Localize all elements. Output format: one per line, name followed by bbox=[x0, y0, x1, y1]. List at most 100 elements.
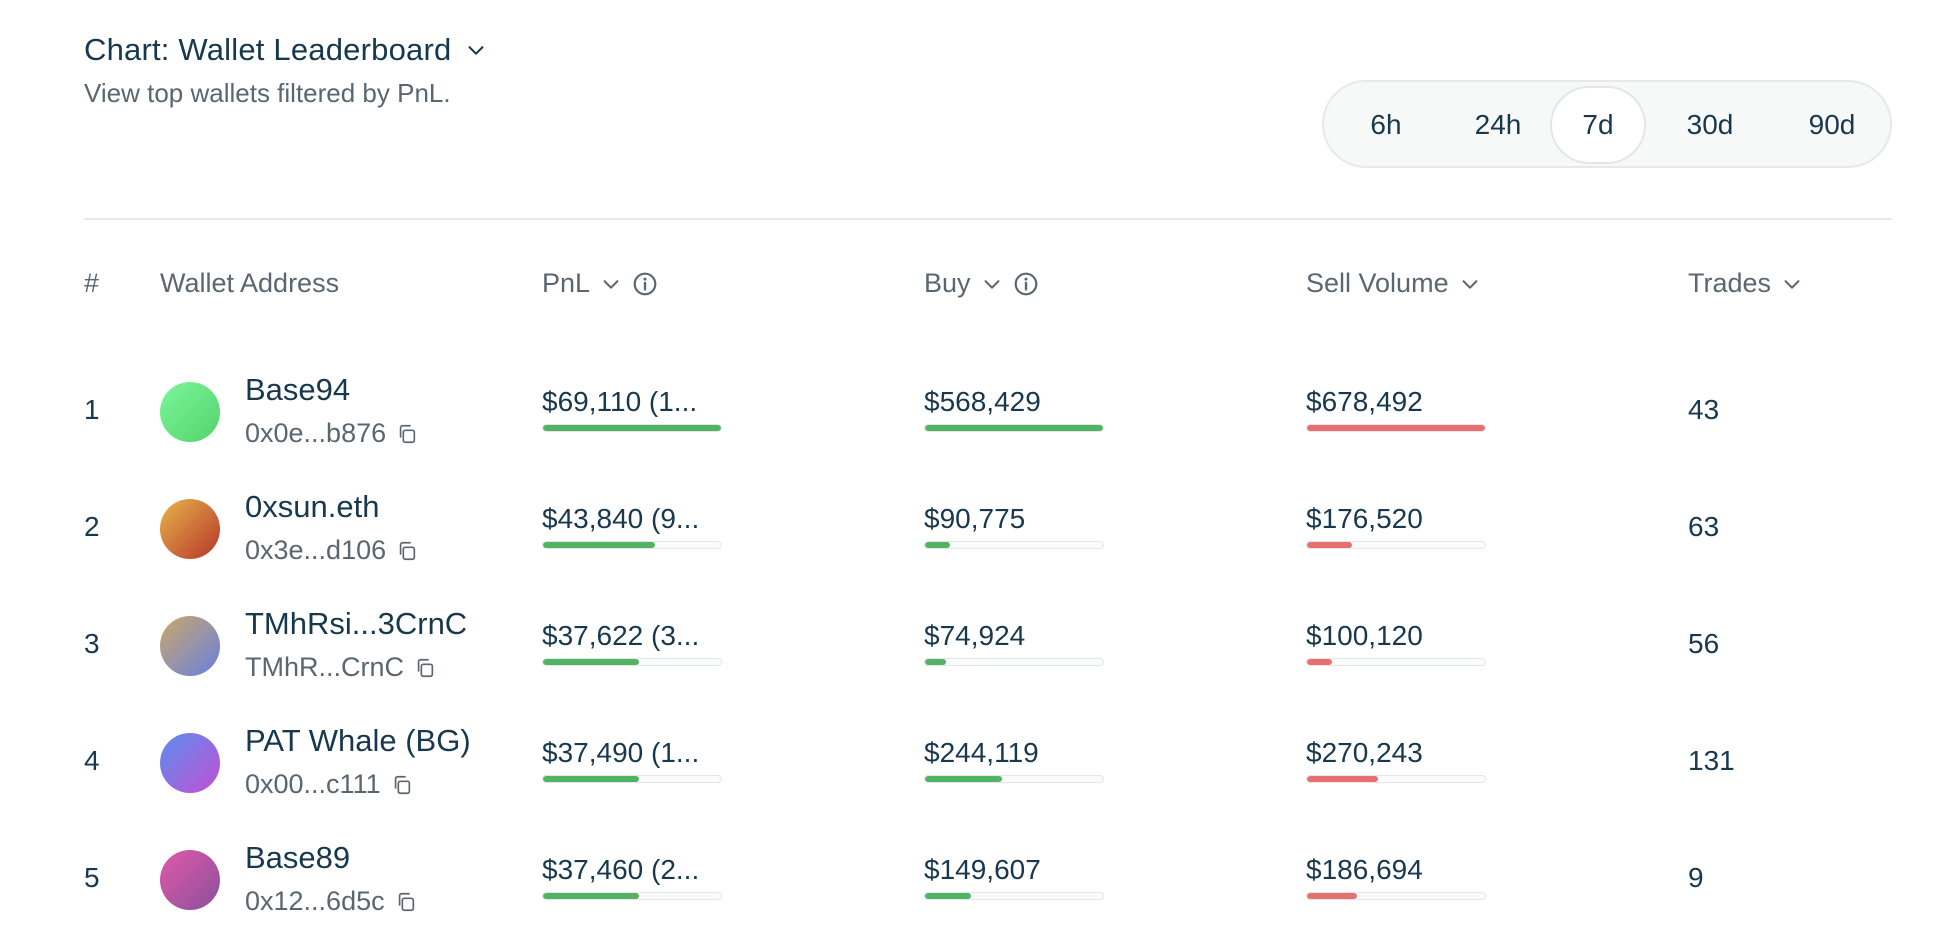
avatar bbox=[160, 499, 220, 559]
buy-bar-fill bbox=[925, 776, 1002, 782]
chevron-down-icon bbox=[1462, 279, 1478, 289]
time-range-selector: 6h 24h 7d 30d 90d bbox=[1322, 80, 1892, 168]
buy-bar bbox=[924, 775, 1104, 783]
chevron-down-icon bbox=[1784, 279, 1800, 289]
trades-cell: 131 bbox=[1688, 745, 1735, 776]
pnl-bar-fill bbox=[543, 659, 640, 665]
sell-bar-fill bbox=[1307, 542, 1352, 548]
sell-value: $176,520 bbox=[1306, 503, 1423, 534]
rank-cell: 3 bbox=[84, 628, 100, 659]
header-divider bbox=[84, 218, 1892, 220]
sell-value: $678,492 bbox=[1306, 386, 1423, 417]
pnl-bar-fill bbox=[543, 776, 640, 782]
sell-cell: $678,492 bbox=[1306, 386, 1486, 432]
rank-cell: 1 bbox=[84, 394, 100, 425]
buy-cell: $244,119 bbox=[924, 737, 1104, 783]
buy-bar bbox=[924, 541, 1104, 549]
trades-cell: 9 bbox=[1688, 862, 1704, 893]
wallet-address: 0x0e...b876 bbox=[245, 418, 418, 449]
table-row[interactable]: 1 Base94 0x0e...b876 $69,110 (1... $568,… bbox=[0, 362, 1942, 462]
trades-cell: 56 bbox=[1688, 628, 1720, 659]
sell-bar bbox=[1306, 892, 1486, 900]
column-rank: # bbox=[84, 268, 100, 298]
range-24h-button[interactable]: 24h bbox=[1450, 86, 1546, 164]
pnl-cell: $37,460 (2... bbox=[542, 854, 722, 900]
sell-bar-fill bbox=[1307, 659, 1332, 665]
table-row[interactable]: 4 PAT Whale (BG) 0x00...c111 $37,490 (1.… bbox=[0, 713, 1942, 813]
rank-cell: 4 bbox=[84, 745, 100, 776]
column-pnl-sort[interactable]: PnL bbox=[542, 268, 658, 299]
buy-bar bbox=[924, 424, 1104, 432]
buy-cell: $149,607 bbox=[924, 854, 1104, 900]
buy-cell: $90,775 bbox=[924, 503, 1104, 549]
wallet-name[interactable]: PAT Whale (BG) bbox=[245, 723, 471, 759]
rank-cell: 2 bbox=[84, 511, 100, 542]
buy-value: $568,429 bbox=[924, 386, 1041, 417]
copy-icon[interactable] bbox=[395, 891, 417, 913]
wallet-address: TMhR...CrnC bbox=[245, 652, 436, 683]
sell-cell: $100,120 bbox=[1306, 620, 1486, 666]
sell-bar-fill bbox=[1307, 893, 1357, 899]
info-icon[interactable] bbox=[632, 271, 658, 297]
pnl-bar-fill bbox=[543, 893, 640, 899]
trades-cell: 43 bbox=[1688, 394, 1720, 425]
pnl-bar-fill bbox=[543, 542, 656, 548]
pnl-value: $37,622 (3... bbox=[542, 620, 700, 651]
sell-cell: $186,694 bbox=[1306, 854, 1486, 900]
pnl-bar bbox=[542, 775, 722, 783]
buy-value: $244,119 bbox=[924, 737, 1039, 768]
chart-selector[interactable]: Chart: Wallet Leaderboard bbox=[84, 32, 487, 68]
pnl-bar bbox=[542, 892, 722, 900]
sell-cell: $270,243 bbox=[1306, 737, 1486, 783]
leaderboard-panel: Chart: Wallet Leaderboard View top walle… bbox=[0, 0, 1942, 950]
copy-icon[interactable] bbox=[396, 540, 418, 562]
sell-bar-fill bbox=[1307, 425, 1485, 431]
wallet-name[interactable]: Base89 bbox=[245, 840, 350, 876]
pnl-bar-fill bbox=[543, 425, 721, 431]
table-row[interactable]: 3 TMhRsi...3CrnC TMhR...CrnC $37,622 (3.… bbox=[0, 596, 1942, 696]
wallet-address: 0x12...6d5c bbox=[245, 886, 417, 917]
avatar bbox=[160, 616, 220, 676]
column-trades-sort[interactable]: Trades bbox=[1688, 268, 1803, 299]
table-header: # Wallet Address PnL Buy Sell Volume Tra… bbox=[0, 268, 1942, 308]
sell-value: $186,694 bbox=[1306, 854, 1423, 885]
range-90d-button[interactable]: 90d bbox=[1784, 86, 1880, 164]
chevron-down-icon bbox=[603, 279, 619, 289]
wallet-address-text: 0x00...c111 bbox=[245, 769, 381, 799]
wallet-name[interactable]: 0xsun.eth bbox=[245, 489, 379, 525]
column-wallet: Wallet Address bbox=[160, 268, 340, 298]
wallet-address-text: 0x0e...b876 bbox=[245, 418, 387, 448]
buy-cell: $568,429 bbox=[924, 386, 1104, 432]
copy-icon[interactable] bbox=[391, 774, 413, 796]
wallet-address-text: 0x3e...d106 bbox=[245, 535, 387, 565]
column-sell-sort[interactable]: Sell Volume bbox=[1306, 268, 1481, 299]
buy-bar bbox=[924, 892, 1104, 900]
wallet-address-text: 0x12...6d5c bbox=[245, 886, 385, 916]
copy-icon[interactable] bbox=[414, 657, 436, 679]
range-6h-button[interactable]: 6h bbox=[1338, 86, 1434, 164]
info-icon[interactable] bbox=[1013, 271, 1039, 297]
column-sell-label: Sell Volume bbox=[1306, 268, 1449, 298]
panel-header: Chart: Wallet Leaderboard View top walle… bbox=[84, 32, 487, 109]
sell-bar bbox=[1306, 775, 1486, 783]
buy-bar-fill bbox=[925, 659, 947, 665]
column-pnl-label: PnL bbox=[542, 268, 591, 298]
copy-icon[interactable] bbox=[396, 423, 418, 445]
sell-bar bbox=[1306, 424, 1486, 432]
pnl-cell: $69,110 (1... bbox=[542, 386, 722, 432]
range-7d-button[interactable]: 7d bbox=[1550, 86, 1646, 164]
buy-bar-fill bbox=[925, 425, 1103, 431]
chevron-down-icon bbox=[469, 46, 484, 55]
buy-cell: $74,924 bbox=[924, 620, 1104, 666]
buy-value: $90,775 bbox=[924, 503, 1026, 534]
sell-bar bbox=[1306, 541, 1486, 549]
pnl-value: $37,490 (1... bbox=[542, 737, 700, 768]
buy-bar-fill bbox=[925, 893, 972, 899]
table-row[interactable]: 5 Base89 0x12...6d5c $37,460 (2... $149,… bbox=[0, 830, 1942, 930]
chevron-down-icon bbox=[984, 279, 999, 289]
wallet-name[interactable]: TMhRsi...3CrnC bbox=[245, 606, 467, 642]
wallet-name[interactable]: Base94 bbox=[245, 372, 350, 408]
table-row[interactable]: 2 0xsun.eth 0x3e...d106 $43,840 (9... $9… bbox=[0, 479, 1942, 579]
column-buy-sort[interactable]: Buy bbox=[924, 268, 1039, 299]
range-30d-button[interactable]: 30d bbox=[1662, 86, 1758, 164]
